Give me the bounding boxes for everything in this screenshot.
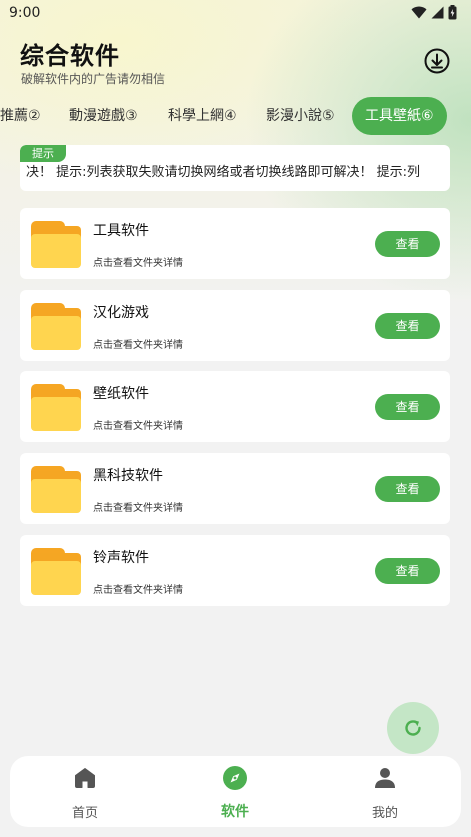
list-item-desc: 点击查看文件夹详情 [93, 258, 183, 269]
compass-icon [223, 766, 247, 790]
wifi-icon [411, 6, 427, 19]
status-icons [411, 5, 457, 20]
folder-icon [31, 466, 81, 513]
refresh-icon [405, 720, 421, 736]
list-item[interactable]: 铃声软件 点击查看文件夹详情 查看 [20, 535, 450, 606]
category-tabs: 推薦② 動漫遊戲③ 科學上網④ 影漫小說⑤ 工具壁紙⑥ [0, 97, 471, 135]
list-item[interactable]: 汉化游戏 点击查看文件夹详情 查看 [20, 290, 450, 361]
list-item-title: 黑科技软件 [93, 468, 163, 484]
view-button[interactable]: 查看 [375, 558, 440, 584]
page-title: 综合软件 [20, 42, 120, 70]
notice-banner: 决！ 提示:列表获取失败请切换网络或者切换线路即可解决！ 提示:列 提示 [20, 145, 450, 191]
nav-item-software[interactable]: 软件 [185, 756, 285, 827]
battery-icon [448, 5, 457, 20]
notice-tag: 提示 [20, 145, 66, 162]
list-item-title: 工具软件 [93, 223, 149, 239]
view-button[interactable]: 查看 [375, 231, 440, 257]
folder-icon [31, 384, 81, 431]
status-time: 9:00 [9, 5, 41, 21]
tab-science-web[interactable]: 科學上網④ [168, 97, 237, 135]
download-button[interactable] [423, 47, 451, 75]
list-item-desc: 点击查看文件夹详情 [93, 585, 183, 596]
list-item[interactable]: 黑科技软件 点击查看文件夹详情 查看 [20, 453, 450, 524]
bottom-nav: 首页 软件 我的 [10, 756, 461, 827]
notice-marquee-text: 决！ 提示:列表获取失败请切换网络或者切换线路即可解决！ 提示:列 [26, 165, 421, 180]
refresh-button[interactable] [387, 702, 439, 754]
list-item[interactable]: 工具软件 点击查看文件夹详情 查看 [20, 208, 450, 279]
view-button[interactable]: 查看 [375, 313, 440, 339]
nav-label-software: 软件 [221, 804, 249, 820]
nav-item-mine[interactable]: 我的 [335, 756, 435, 827]
nav-item-home[interactable]: 首页 [35, 756, 135, 827]
tab-recommend[interactable]: 推薦② [0, 97, 41, 135]
tab-anime-games[interactable]: 動漫遊戲③ [69, 97, 138, 135]
list-item-desc: 点击查看文件夹详情 [93, 421, 183, 432]
tab-comics-novels[interactable]: 影漫小說⑤ [266, 97, 335, 135]
view-button[interactable]: 查看 [375, 394, 440, 420]
nav-label-mine: 我的 [371, 806, 398, 821]
list-item-desc: 点击查看文件夹详情 [93, 503, 183, 514]
folder-icon [31, 303, 81, 350]
list-item[interactable]: 壁纸软件 点击查看文件夹详情 查看 [20, 371, 450, 442]
list-item-title: 壁纸软件 [93, 386, 149, 402]
person-icon [375, 768, 395, 788]
download-icon [424, 48, 450, 74]
list-item-title: 铃声软件 [93, 550, 149, 566]
home-icon [75, 768, 95, 788]
list-item-desc: 点击查看文件夹详情 [93, 340, 183, 351]
folder-icon [31, 548, 81, 595]
status-bar: 9:00 [0, 0, 471, 26]
page-subtitle: 破解软件内的广告请勿相信 [21, 72, 166, 86]
tab-tools-wallpaper[interactable]: 工具壁紙⑥ [352, 97, 447, 135]
signal-icon [431, 6, 444, 19]
folder-icon [31, 221, 81, 268]
list-item-title: 汉化游戏 [93, 305, 149, 321]
nav-label-home: 首页 [71, 806, 98, 821]
view-button[interactable]: 查看 [375, 476, 440, 502]
